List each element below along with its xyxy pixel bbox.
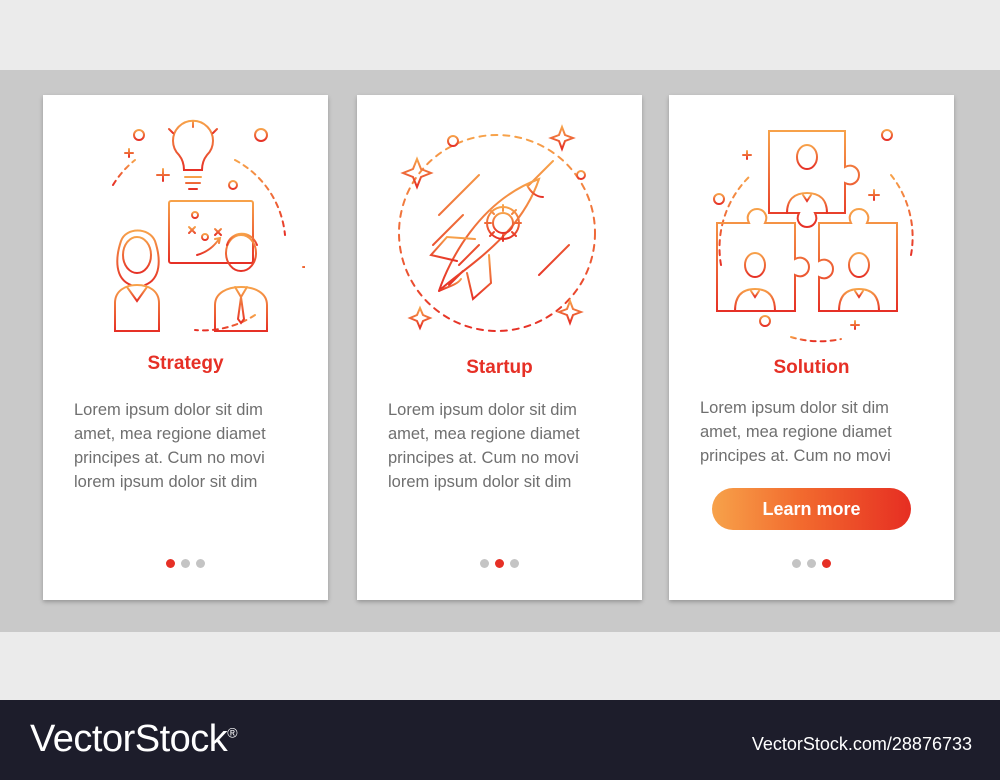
card-body-line: lorem ipsum dolor sit dim — [74, 473, 258, 491]
image-credit: VectorStock.com/28876733 — [751, 734, 972, 754]
page-indicator — [43, 555, 328, 568]
page-dot-1[interactable] — [792, 559, 801, 568]
page-dot-1[interactable] — [480, 559, 489, 568]
onboarding-card-strategy: Strategy Lorem ipsum dolor sit dim amet,… — [43, 95, 328, 600]
rocket-gear-icon — [398, 124, 596, 332]
page-dot-1[interactable] — [166, 559, 175, 568]
card-title: Strategy — [147, 353, 224, 374]
card-body: Lorem ipsum dolor sit dim amet, mea regi… — [74, 398, 314, 494]
learn-more-button[interactable]: Learn more — [712, 488, 911, 530]
card-body: Lorem ipsum dolor sit dim amet, mea regi… — [700, 396, 940, 468]
onboarding-card-solution: Solution Lorem ipsum dolor sit dim amet,… — [669, 95, 954, 600]
card-body-line: amet, mea regione diamet — [388, 425, 580, 443]
card-body-line: amet, mea regione diamet — [700, 423, 892, 441]
card-body-line: principes at. Cum no movi — [700, 447, 891, 465]
page-dot-2[interactable] — [181, 559, 190, 568]
card-body-line: Lorem ipsum dolor sit dim — [388, 401, 577, 419]
vectorstock-logo: VectorStock® — [30, 718, 238, 761]
page-dot-3[interactable] — [196, 559, 205, 568]
page-dot-2[interactable] — [495, 559, 504, 568]
card-body: Lorem ipsum dolor sit dim amet, mea regi… — [388, 398, 628, 494]
card-body-line: lorem ipsum dolor sit dim — [388, 473, 572, 491]
card-title: Startup — [466, 357, 533, 378]
puzzle-team-icon — [713, 129, 914, 343]
card-title: Solution — [773, 357, 850, 378]
footer-bar: VectorStock® VectorStock.com/28876733 — [0, 700, 1000, 780]
page-indicator — [669, 555, 954, 568]
onboarding-card-startup: Startup Lorem ipsum dolor sit dim amet, … — [357, 95, 642, 600]
card-body-line: amet, mea regione diamet — [74, 425, 266, 443]
page-dot-3[interactable] — [510, 559, 519, 568]
page-dot-2[interactable] — [807, 559, 816, 568]
logo-text: VectorStock — [30, 718, 228, 760]
page-indicator — [357, 555, 642, 568]
card-body-line: principes at. Cum no movi — [74, 449, 265, 467]
top-band — [0, 0, 1000, 70]
registered-mark: ® — [227, 724, 238, 741]
card-body-line: Lorem ipsum dolor sit dim — [700, 399, 889, 417]
card-body-line: principes at. Cum no movi — [388, 449, 579, 467]
bottom-band — [0, 632, 1000, 700]
strategy-people-whiteboard-icon — [112, 119, 305, 332]
card-body-line: Lorem ipsum dolor sit dim — [74, 401, 263, 419]
page-dot-3[interactable] — [822, 559, 831, 568]
